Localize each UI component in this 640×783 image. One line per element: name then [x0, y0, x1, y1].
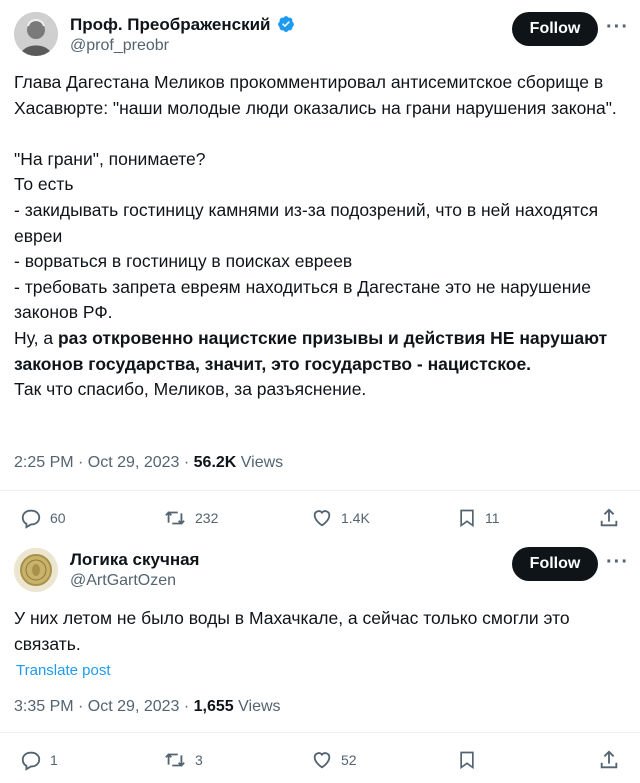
post-text-line: Глава Дагестана Меликов прокомментировал… — [14, 72, 617, 118]
author-handle[interactable]: @prof_preobr — [70, 37, 169, 55]
post-text-line: - закидывать гостиницу камнями из-за под… — [14, 199, 599, 246]
post-1: Проф. Преображенский @prof_preobr Follow… — [0, 0, 640, 540]
share-icon — [600, 508, 618, 527]
follow-button[interactable]: Follow — [512, 547, 598, 581]
post-text: У них летом не было воды в Махачкале, а … — [14, 608, 570, 654]
author-name[interactable]: Логика скучная — [70, 550, 199, 570]
more-icon[interactable]: ··· — [606, 16, 629, 39]
like-count: 52 — [341, 752, 357, 768]
author-name[interactable]: Проф. Преображенский — [70, 15, 295, 35]
bookmark-button[interactable]: 11 — [457, 507, 500, 529]
post-text-line: - требовать запрета евреям находиться в … — [14, 276, 591, 323]
views-label: Views — [233, 698, 281, 715]
more-icon[interactable]: ··· — [606, 551, 629, 574]
divider — [0, 490, 640, 491]
post-text: Глава Дагестана Меликов прокомментировал… — [14, 70, 626, 403]
repost-icon — [165, 511, 185, 525]
reply-button[interactable]: 60 — [20, 507, 66, 529]
post-meta: 3:35 PM · Oct 29, 2023 · 1,655 Views — [14, 698, 281, 716]
author-avatar[interactable] — [14, 12, 58, 56]
verified-badge-icon — [278, 16, 295, 32]
like-icon — [313, 752, 331, 769]
post-timestamp[interactable]: 2:25 PM · Oct 29, 2023 · — [14, 454, 194, 471]
repost-count: 3 — [195, 752, 203, 768]
post-meta: 2:25 PM · Oct 29, 2023 · 56.2K Views — [14, 454, 283, 472]
translate-link[interactable]: Translate post — [16, 662, 111, 679]
post-text-line: "На грани", понимаете? — [14, 148, 206, 169]
bookmark-button[interactable] — [457, 749, 477, 771]
author-name-text[interactable]: Проф. Преображенский — [70, 15, 271, 34]
post-text-line: - ворваться в гостиницу в поисках евреев — [14, 251, 353, 272]
reply-button[interactable]: 1 — [20, 749, 58, 771]
action-bar: 60 232 1.4K 11 — [0, 504, 640, 534]
divider — [0, 732, 640, 733]
repost-icon — [165, 753, 185, 767]
like-button[interactable]: 1.4K — [311, 507, 370, 529]
reply-icon — [21, 751, 41, 771]
post-text-line: Ну, а раз откровенно нацистские призывы … — [14, 326, 626, 377]
author-avatar[interactable] — [14, 548, 58, 592]
bookmark-count: 11 — [485, 510, 500, 526]
views-label: Views — [236, 454, 284, 471]
post-text-line: Так что спасибо, Меликов, за разъяснение… — [14, 379, 367, 400]
repost-button[interactable]: 3 — [163, 749, 203, 771]
views-count: 1,655 — [193, 698, 234, 715]
post-text-line: То есть — [14, 174, 74, 195]
author-handle[interactable]: @ArtGartOzen — [70, 572, 176, 590]
like-button[interactable]: 52 — [311, 749, 357, 771]
action-bar: 1 3 52 — [0, 746, 640, 776]
post-text-spacer — [14, 121, 626, 147]
share-button[interactable] — [598, 749, 620, 771]
post-text-bold: раз откровенно нацистские призывы и дейс… — [14, 327, 608, 374]
like-count: 1.4K — [341, 510, 370, 526]
reply-count: 60 — [50, 510, 66, 526]
post-text-plain: Ну, а — [14, 327, 58, 348]
reply-count: 1 — [50, 752, 58, 768]
repost-count: 232 — [195, 510, 219, 526]
follow-button[interactable]: Follow — [512, 12, 598, 46]
repost-button[interactable]: 232 — [163, 507, 218, 529]
bookmark-icon — [460, 751, 474, 770]
views-count: 56.2K — [193, 454, 237, 471]
bookmark-icon — [460, 509, 474, 528]
post-2: Логика скучная @ArtGartOzen Follow ··· У… — [0, 540, 640, 783]
reply-icon — [21, 509, 41, 529]
share-icon — [600, 750, 618, 769]
like-icon — [313, 510, 331, 527]
share-button[interactable] — [598, 507, 620, 529]
post-timestamp[interactable]: 3:35 PM · Oct 29, 2023 · — [14, 698, 194, 715]
